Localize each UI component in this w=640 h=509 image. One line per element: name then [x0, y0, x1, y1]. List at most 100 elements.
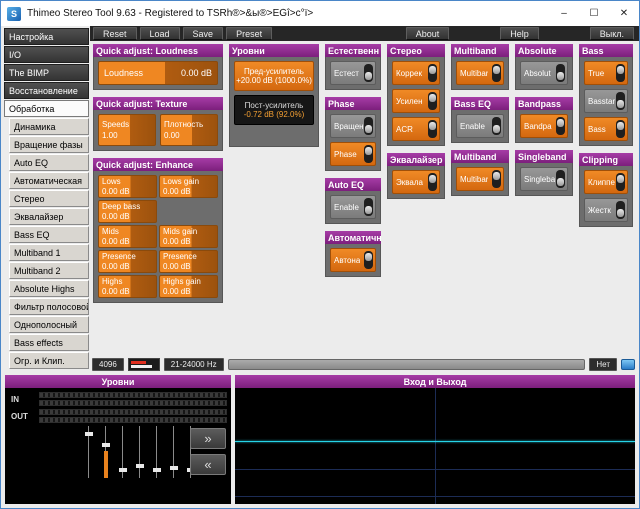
- sidebar-item-settings[interactable]: Настройка: [4, 28, 89, 45]
- speeds-slider[interactable]: Speeds 1.00: [98, 114, 156, 146]
- sidebar-item-dynamics[interactable]: Динамика: [9, 118, 89, 135]
- sidebar-item-phase-rotation[interactable]: Вращение фазы: [9, 136, 89, 153]
- preset-button[interactable]: Preset: [226, 27, 272, 40]
- presence-slider[interactable]: Presence 0.00 dB: [98, 250, 157, 273]
- lows-gain-slider[interactable]: Lows gain 0.00 dB: [159, 175, 218, 198]
- minimize-button[interactable]: –: [549, 1, 579, 26]
- pre-amplifier-button[interactable]: Пред-усилитель +20.00 dB (1000.0%): [234, 61, 314, 91]
- forward-button[interactable]: »: [190, 428, 226, 449]
- toggle-bass[interactable]: Bass: [584, 117, 628, 141]
- toggle-clipper[interactable]: Клиппе: [584, 170, 628, 194]
- load-button[interactable]: Load: [140, 27, 180, 40]
- toggle-natural[interactable]: Естест: [330, 61, 376, 85]
- sidebar-item-multiband-2[interactable]: Multiband 2: [9, 262, 89, 279]
- toggle-multiband-1[interactable]: Multibar: [456, 61, 504, 85]
- highs-gain-slider[interactable]: Highs gain 0.00 dB: [159, 275, 218, 298]
- toggle-absolute[interactable]: Absolut: [520, 61, 568, 85]
- fader[interactable]: [153, 426, 161, 478]
- sidebar-item-singleband[interactable]: Однополосный: [9, 316, 89, 333]
- fader[interactable]: [136, 426, 144, 478]
- toggle-acr[interactable]: ACR: [392, 117, 440, 141]
- toggle-knob-icon: [616, 64, 625, 82]
- panel-auto-eq: Auto EQ Enable: [325, 178, 381, 224]
- sidebar-item-bass-effects[interactable]: Bass effects: [9, 334, 89, 351]
- fader[interactable]: [170, 426, 178, 478]
- sidebar-item-io[interactable]: I/O: [4, 46, 89, 63]
- panel-title: Auto EQ: [325, 178, 381, 191]
- toggle-bass-true[interactable]: True: [584, 61, 628, 85]
- presence-gain-slider[interactable]: Presence 0.00 dB: [159, 250, 218, 273]
- reset-button[interactable]: Reset: [93, 27, 137, 40]
- toggle-singleband[interactable]: Singleba: [520, 167, 568, 191]
- frequency-range-button[interactable]: 21-24000 Hz: [164, 358, 224, 371]
- deep-bass-slider[interactable]: Deep bass 0.00 dB: [98, 200, 157, 223]
- toggle-knob-icon: [364, 198, 373, 216]
- panel-title: Bass: [579, 44, 633, 57]
- fader[interactable]: [102, 426, 110, 478]
- toggle-phase-rotation[interactable]: Вращен: [330, 114, 376, 138]
- scope-center-gridline: [435, 388, 436, 504]
- toggle-hard-clip[interactable]: Жестк: [584, 198, 628, 222]
- sidebar-item-repair[interactable]: Восстановление: [4, 82, 89, 99]
- sidebar-item-automatic[interactable]: Автоматическая: [9, 172, 89, 189]
- toggle-auto-eq-enable[interactable]: Enable: [330, 195, 376, 219]
- toggle-multiband-2[interactable]: Multibar: [456, 167, 504, 191]
- panel-title: Quick adjust: Loudness: [93, 44, 223, 57]
- close-button[interactable]: ✕: [609, 1, 639, 26]
- panel-title: Quick adjust: Enhance: [93, 158, 223, 171]
- scope-gridline: [235, 496, 635, 497]
- slider-value: 0.00: [164, 131, 214, 140]
- sidebar-item-auto-eq[interactable]: Auto EQ: [9, 154, 89, 171]
- slider-label: Presence: [102, 252, 153, 261]
- loudness-slider[interactable]: Loudness 0.00 dB: [98, 61, 218, 85]
- toggle-bandpass[interactable]: Bandpa: [520, 114, 568, 138]
- toggle-automatic[interactable]: Автона: [330, 248, 376, 272]
- titlebar: S Thimeo Stereo Tool 9.63 - Registered t…: [1, 1, 639, 26]
- toggle-phase[interactable]: Phase: [330, 142, 376, 166]
- lows-slider[interactable]: Lows 0.00 dB: [98, 175, 157, 198]
- fader[interactable]: [85, 426, 93, 478]
- buffer-size-button[interactable]: 4096: [92, 358, 124, 371]
- sidebar-item-processing[interactable]: Обработка: [4, 100, 89, 117]
- sidebar-item-absolute-highs[interactable]: Absolute Highs: [9, 280, 89, 297]
- sidebar-item-bass-eq[interactable]: Bass EQ: [9, 226, 89, 243]
- density-slider[interactable]: Плотность 0.00: [160, 114, 218, 146]
- panel-phase: Phase Вращен Phase: [325, 97, 381, 171]
- slider-value: 0.00 dB: [102, 187, 153, 196]
- sidebar-item-stereo[interactable]: Стерео: [9, 190, 89, 207]
- power-off-button[interactable]: Выкл.: [590, 27, 634, 40]
- toggle-knob-icon: [428, 92, 437, 110]
- toggle-stereo-correct[interactable]: Коррек: [392, 61, 440, 85]
- panel-bass-eq: Bass EQ Enable: [451, 97, 509, 143]
- sidebar-item-bandpass-filter[interactable]: Фильтр полосовой: [9, 298, 89, 315]
- sidebar-item-the-bimp[interactable]: The BIMP: [4, 64, 89, 81]
- module-column-5: Bass True Basstar Bass: [579, 44, 633, 227]
- panel-title: Bass EQ: [451, 97, 509, 110]
- help-button[interactable]: Help: [500, 27, 539, 40]
- panel-title: Singleband: [515, 150, 573, 163]
- empty-cell: [159, 200, 218, 223]
- levels-meter-panel: Уровни IN OUT: [5, 375, 231, 504]
- slider-value: 0.00 dB: [102, 237, 153, 246]
- module-column-2: Стерео Коррек Усилен ACR: [387, 44, 445, 199]
- toggle-equalizer[interactable]: Эквала: [392, 170, 440, 194]
- sidebar-item-limiter-clipper[interactable]: Огр. и Клип.: [9, 352, 89, 369]
- mids-slider[interactable]: Mids 0.00 dB: [98, 225, 157, 248]
- save-button[interactable]: Save: [183, 27, 224, 40]
- about-button[interactable]: About: [406, 27, 450, 40]
- back-button[interactable]: «: [190, 454, 226, 475]
- fader[interactable]: [119, 426, 127, 478]
- toggle-stereo-boost[interactable]: Усилен: [392, 89, 440, 113]
- sidebar-item-equalizer[interactable]: Эквалайзер: [9, 208, 89, 225]
- highs-slider[interactable]: Highs 0.00 dB: [98, 275, 157, 298]
- toggle-basstardizer[interactable]: Basstar: [584, 89, 628, 113]
- toggle-knob-icon: [428, 173, 437, 191]
- toggle-bass-eq-enable[interactable]: Enable: [456, 114, 504, 138]
- maximize-button[interactable]: ☐: [579, 1, 609, 26]
- signal-trace: [235, 441, 635, 442]
- panel-levels: Уровни Пред-усилитель +20.00 dB (1000.0%…: [229, 44, 319, 147]
- post-amplifier-button[interactable]: Пост-усилитель -0.72 dB (92.0%): [234, 95, 314, 125]
- mids-gain-slider[interactable]: Mids gain 0.00 dB: [159, 225, 218, 248]
- panel-title: Phase: [325, 97, 381, 110]
- sidebar-item-multiband-1[interactable]: Multiband 1: [9, 244, 89, 261]
